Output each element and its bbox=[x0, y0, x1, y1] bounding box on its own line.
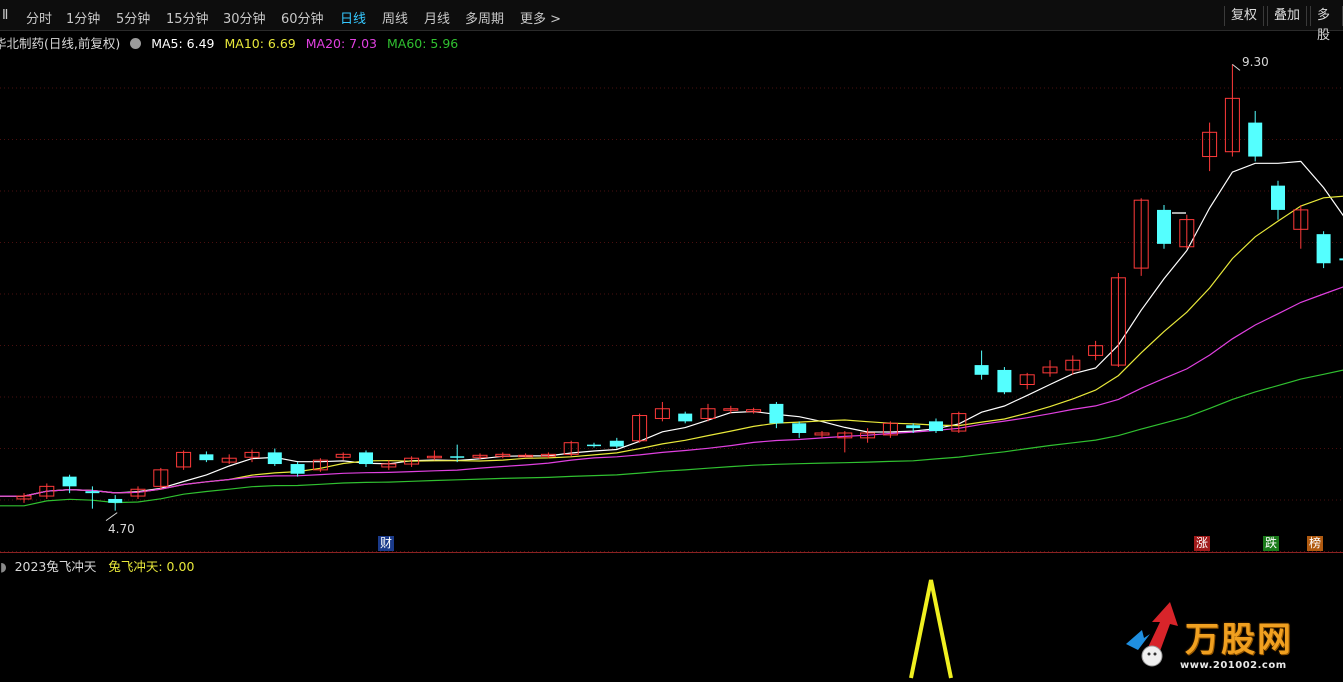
candle-body bbox=[85, 491, 100, 494]
indicator-toggle-icon[interactable]: ◗ bbox=[0, 559, 7, 574]
candle bbox=[1202, 122, 1218, 172]
candle bbox=[267, 448, 282, 466]
ma20-line bbox=[0, 286, 1343, 497]
candle bbox=[290, 462, 305, 477]
limit-up-badge[interactable]: 涨 bbox=[1194, 536, 1210, 551]
candle bbox=[1019, 372, 1035, 390]
candle bbox=[1316, 231, 1331, 269]
candle bbox=[1339, 258, 1343, 261]
candle-body bbox=[587, 444, 601, 447]
candle-body bbox=[769, 403, 784, 424]
candle bbox=[609, 437, 624, 449]
candle-body bbox=[199, 454, 214, 461]
candle-body bbox=[678, 413, 693, 422]
candle bbox=[1179, 214, 1195, 249]
candle bbox=[1088, 340, 1104, 361]
candle bbox=[929, 418, 943, 433]
candle bbox=[837, 431, 853, 453]
candle bbox=[359, 450, 373, 467]
candle bbox=[108, 495, 123, 511]
candle bbox=[381, 460, 397, 470]
candle bbox=[518, 453, 534, 458]
candle bbox=[678, 411, 693, 424]
candle bbox=[700, 403, 716, 422]
candle bbox=[312, 458, 328, 472]
indicator-value: 兔飞冲天: 0.00 bbox=[108, 559, 195, 574]
candle bbox=[1248, 110, 1263, 162]
high-price-label: 9.30 bbox=[1242, 55, 1269, 69]
candle bbox=[1042, 360, 1058, 377]
indicator-name[interactable]: 2023兔飞冲天 bbox=[15, 559, 97, 574]
high-price-arrow bbox=[1232, 64, 1241, 71]
indicator-spike-line bbox=[909, 579, 953, 679]
candle bbox=[1110, 272, 1126, 368]
candle-body bbox=[609, 440, 624, 447]
candle-body bbox=[267, 452, 282, 465]
candlestick-chart[interactable] bbox=[0, 0, 1343, 682]
candle-body bbox=[1316, 234, 1331, 264]
candle bbox=[587, 442, 601, 448]
candle bbox=[153, 467, 169, 490]
finance-badge[interactable]: 财 bbox=[378, 536, 394, 551]
candle-body bbox=[1248, 122, 1263, 157]
ranking-badge[interactable]: 榜 bbox=[1307, 536, 1323, 551]
candle bbox=[997, 367, 1012, 395]
candle bbox=[1065, 355, 1081, 375]
candle bbox=[632, 413, 648, 443]
candle bbox=[176, 450, 192, 470]
candle bbox=[1133, 198, 1149, 276]
candle-body bbox=[1271, 185, 1285, 210]
low-price-label: 4.70 bbox=[108, 522, 135, 536]
candle-body bbox=[62, 476, 77, 487]
candle bbox=[450, 444, 465, 463]
candle-body bbox=[108, 498, 123, 503]
candle-body bbox=[1339, 258, 1343, 261]
candle bbox=[814, 431, 830, 438]
candle-body bbox=[974, 365, 989, 375]
watermark-text: 万股网 bbox=[1185, 620, 1293, 660]
candle bbox=[1224, 64, 1240, 157]
candle-body bbox=[929, 421, 943, 432]
candle-body bbox=[290, 464, 305, 474]
ma60-line bbox=[0, 369, 1343, 507]
candle-body bbox=[1157, 209, 1171, 244]
candle bbox=[199, 451, 214, 463]
low-price-arrow bbox=[105, 512, 118, 522]
candle bbox=[85, 486, 100, 509]
candle-body bbox=[997, 369, 1012, 393]
candle-body bbox=[792, 423, 807, 433]
candle bbox=[335, 452, 351, 461]
candle-body bbox=[906, 425, 921, 429]
candle bbox=[951, 411, 967, 433]
candle bbox=[974, 350, 989, 380]
candle-body bbox=[359, 452, 373, 465]
watermark-url: www.201002.com bbox=[1180, 660, 1287, 671]
panel-divider[interactable] bbox=[0, 552, 1343, 553]
indicator-info-row: ◗ 2023兔飞冲天 兔飞冲天: 0.00 bbox=[0, 556, 194, 575]
candle bbox=[654, 401, 670, 422]
candle bbox=[1157, 205, 1171, 249]
candle bbox=[426, 450, 442, 461]
candle bbox=[221, 454, 237, 465]
candle bbox=[1293, 205, 1309, 249]
candle bbox=[1271, 180, 1285, 220]
candle bbox=[792, 421, 807, 438]
candle-body bbox=[450, 456, 465, 458]
limit-down-badge[interactable]: 跌 bbox=[1263, 536, 1279, 551]
